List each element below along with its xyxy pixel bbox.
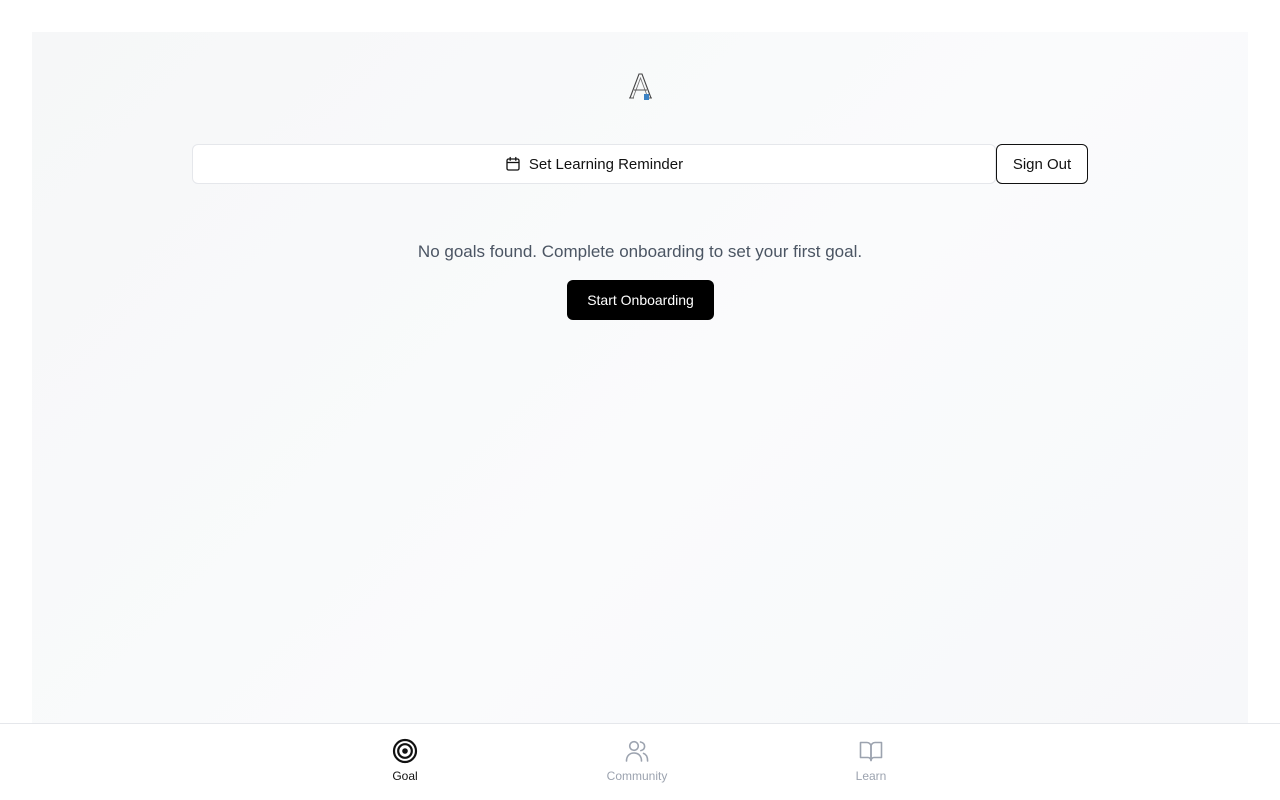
nav-label-learn: Learn (855, 769, 887, 783)
nav-item-learn[interactable]: Learn (811, 738, 931, 788)
start-onboarding-label: Start Onboarding (587, 292, 694, 308)
sign-out-button[interactable]: Sign Out (996, 144, 1088, 184)
nav-label-goal: Goal (392, 769, 418, 783)
set-learning-reminder-label: Set Learning Reminder (528, 155, 684, 173)
nav-item-community[interactable]: Community (577, 738, 697, 788)
sign-out-label: Sign Out (1012, 155, 1072, 173)
calendar-icon (505, 156, 521, 172)
start-onboarding-button[interactable]: Start Onboarding (567, 280, 714, 320)
content-panel (32, 32, 1248, 723)
target-icon (392, 738, 418, 764)
nav-item-goal[interactable]: Goal (345, 738, 465, 788)
nav-label-community: Community (606, 769, 668, 783)
empty-goals-message: No goals found. Complete onboarding to s… (417, 242, 863, 261)
app-page: Set Learning Reminder Sign Out No goals … (0, 0, 1280, 800)
book-open-icon (858, 738, 884, 764)
bottom-navigation: Goal Community Learn (0, 723, 1280, 800)
top-action-row: Set Learning Reminder Sign Out (192, 144, 1088, 184)
app-logo-icon (620, 68, 662, 108)
set-learning-reminder-button[interactable]: Set Learning Reminder (192, 144, 996, 184)
users-icon (624, 738, 650, 764)
